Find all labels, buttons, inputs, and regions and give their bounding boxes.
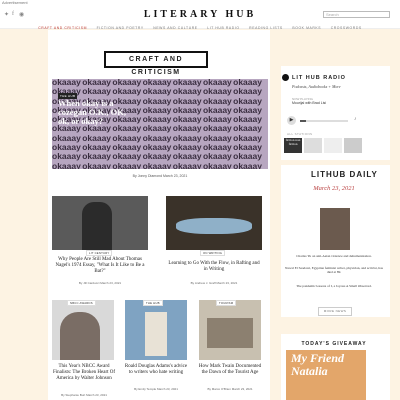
section-title: CRAFT AND CRITICISM [104, 51, 208, 76]
giveaway-book-title: My Friend Natalia [291, 351, 345, 378]
card-image[interactable] [199, 300, 261, 360]
nav-item[interactable]: CROSSWORDS [331, 26, 362, 30]
daily-item[interactable]: Charles Yu on anti-Asian violence and de… [284, 254, 384, 258]
more-news-button[interactable]: MORE NEWS [318, 307, 352, 316]
card-title[interactable]: Learning to Go With the Flow, in Rafting… [166, 261, 262, 273]
station-fiction-nonfiction[interactable]: fiction non fiction [284, 138, 302, 153]
daily-title[interactable]: LITHUB DAILY [311, 170, 378, 179]
giveaway-title: TODAY'S GIVEAWAY [301, 341, 367, 347]
card-title[interactable]: How Mark Twain Documented the Dawn of th… [197, 364, 263, 376]
card-title[interactable]: Roald Douglas Adams's advice to writers … [123, 364, 189, 376]
daily-item[interactable]: The pandemic lessons of I, a Joyous A Sm… [284, 284, 384, 288]
all-stations-label: ALL STATIONS [287, 132, 313, 136]
giveaway-book-cover[interactable]: My Friend Natalia [286, 350, 366, 400]
card-image[interactable] [166, 196, 262, 250]
daily-item[interactable]: Nawal El Saadawi, Egyptian feminist writ… [284, 266, 384, 274]
card-image[interactable] [52, 300, 114, 360]
play-icon[interactable]: ▶ [287, 116, 296, 125]
now-playing-track[interactable]: Mourijal with Brad Lisi [292, 101, 326, 105]
station-2[interactable] [304, 138, 322, 153]
audio-progress-bar[interactable] [300, 120, 348, 122]
hero-byline: By Jonny Diamond March 23, 2021 [132, 174, 188, 178]
card-image[interactable] [52, 196, 148, 250]
radio-subtitle: Podcasts, Audiobooks + More [292, 84, 341, 89]
card-tag[interactable]: TOURISM [216, 300, 237, 306]
daily-photo[interactable] [320, 208, 350, 250]
card-byline: By Stephanie Burt March 23, 2021 [61, 393, 107, 397]
card-title[interactable]: This Year's NBCC Award Finalists: The Br… [50, 364, 118, 382]
station-4[interactable] [344, 138, 362, 153]
search-input[interactable]: Search [323, 11, 390, 18]
card-byline: By Andrew J. Graff March 23, 2021 [190, 281, 238, 285]
card-tag[interactable]: ON WRITING [200, 250, 226, 256]
card-byline: By Jill Carducci March 23, 2021 [78, 281, 122, 285]
card-tag[interactable]: THE HUB [143, 300, 163, 306]
station-3[interactable] [324, 138, 342, 153]
radio-logo[interactable]: LIT HUB RADIO [292, 75, 346, 81]
nav-item[interactable]: BOOK MARKS [292, 26, 321, 30]
card-byline: By Emily Temple March 23, 2021 [134, 387, 178, 391]
card-title[interactable]: Why People Are Still Mad About Thomas Na… [52, 257, 148, 275]
volume-icon[interactable]: ♪ [354, 117, 357, 122]
card-image[interactable] [125, 300, 187, 360]
headphones-icon [282, 74, 289, 81]
hero-title[interactable]: When okay is a cozegan O.K., OK, ok, or … [58, 99, 128, 126]
ad-label: Advertisement [2, 0, 28, 5]
audio-progress-fill [300, 120, 306, 122]
card-tag[interactable]: NBCC AWARDS [67, 300, 96, 306]
card-tag[interactable]: LIT CENTURY [86, 250, 113, 256]
daily-date: March 23, 2021 [313, 185, 355, 192]
card-byline: By Marco O'Brien March 23, 2021 [207, 387, 253, 391]
